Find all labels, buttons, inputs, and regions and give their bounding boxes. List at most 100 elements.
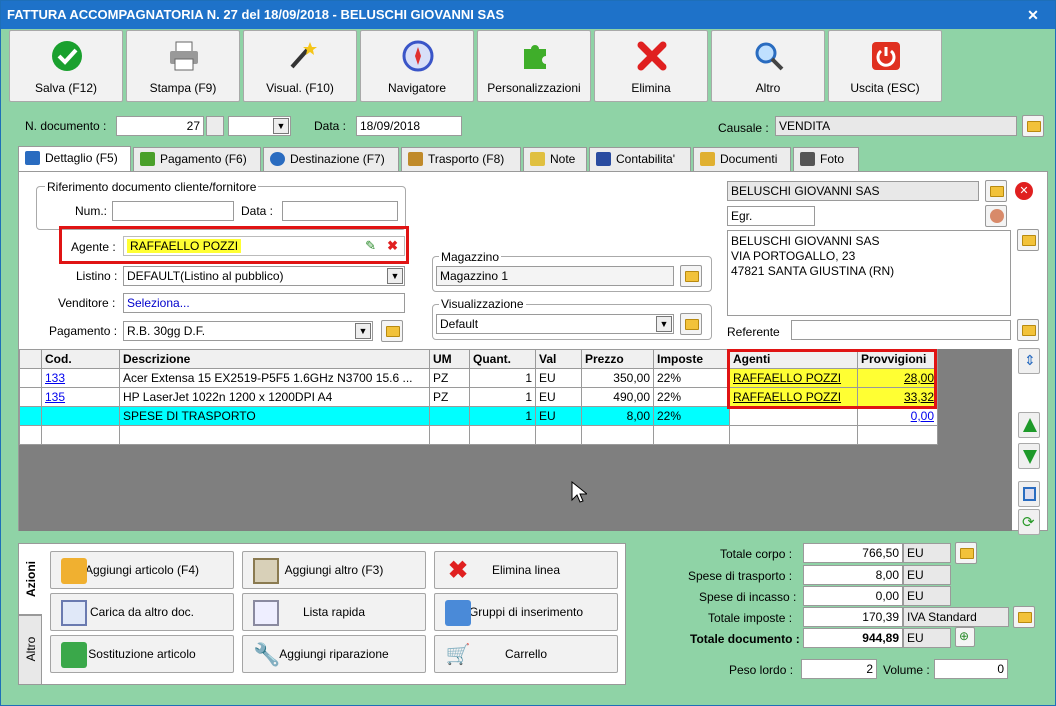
puzzle-icon	[524, 45, 546, 69]
tab-documenti[interactable]: Documenti	[693, 147, 791, 171]
add-other-button[interactable]: Aggiungi altro (F3)	[242, 551, 426, 589]
tab-trasporto[interactable]: Trasporto (F8)	[401, 147, 521, 171]
cart-button[interactable]: 🛒 Carrello	[434, 635, 618, 673]
globe-icon	[270, 152, 285, 166]
visual-select[interactable]: Default ▼	[436, 314, 674, 334]
magazzino-field[interactable]: Magazzino 1	[436, 266, 674, 286]
close-icon[interactable]: ✕	[1025, 7, 1041, 23]
navigator-button[interactable]: Navigatore	[360, 30, 474, 102]
doc-number-field[interactable]: 27	[116, 116, 204, 136]
pagamento-folder-button[interactable]	[381, 320, 403, 342]
customer-folder-button[interactable]	[985, 180, 1007, 202]
delete-button[interactable]: Elimina	[594, 30, 708, 102]
referente-field[interactable]	[791, 320, 1011, 340]
weight-field[interactable]: 2	[801, 659, 877, 679]
doc-number-spin[interactable]	[206, 116, 224, 136]
pencil-icon[interactable]: ✎	[365, 237, 376, 255]
ref-num-field[interactable]	[112, 201, 234, 221]
col-imposte[interactable]: Imposte	[653, 349, 730, 369]
zoom-total-button[interactable]: ⊕	[955, 627, 975, 647]
tab-destinazione[interactable]: Destinazione (F7)	[263, 147, 399, 171]
clear-icon[interactable]: ✖	[387, 237, 398, 255]
customer-address-box[interactable]: BELUSCHI GIOVANNI SAS VIA PORTOGALLO, 23…	[727, 230, 1011, 316]
total-document-label: Totale documento :	[690, 632, 800, 646]
preview-button[interactable]: Visual. (F10)	[243, 30, 357, 102]
print-button[interactable]: Stampa (F9)	[126, 30, 240, 102]
date-label: Data :	[314, 119, 347, 133]
reference-title: Riferimento documento cliente/fornitore	[45, 180, 259, 194]
customer-contact-button[interactable]	[985, 205, 1007, 227]
collection-cost-field[interactable]: 0,00	[803, 586, 903, 606]
col-prezzo[interactable]: Prezzo	[581, 349, 654, 369]
quick-list-button[interactable]: Lista rapida	[242, 593, 426, 631]
lines-grid-area: Cod. Descrizione UM Quant. Val Prezzo Im…	[19, 349, 1012, 531]
save-button[interactable]: Salva (F12)	[9, 30, 123, 102]
side-tab-altro[interactable]: Altro	[18, 615, 42, 685]
side-tab-azioni[interactable]: Azioni	[18, 543, 42, 615]
customer-title-field[interactable]: Egr.	[727, 206, 815, 226]
col-descrizione[interactable]: Descrizione	[119, 349, 430, 369]
delete-line-icon: ✖	[447, 557, 469, 584]
address-folder-button[interactable]	[1017, 229, 1039, 251]
tab-foto[interactable]: Foto	[793, 147, 859, 171]
agent-label: Agente :	[71, 240, 116, 254]
insert-groups-button[interactable]: Gruppi di inserimento	[434, 593, 618, 631]
date-field[interactable]: 18/09/2018	[356, 116, 462, 136]
folder-icon	[685, 271, 699, 282]
tab-dettaglio[interactable]: Dettaglio (F5)	[18, 146, 131, 172]
exit-button[interactable]: Uscita (ESC)	[828, 30, 942, 102]
move-down-button[interactable]	[1018, 443, 1040, 469]
total-corpo-currency: EU	[903, 543, 951, 563]
tab-pagamento[interactable]: Pagamento (F6)	[133, 147, 261, 171]
delete-line-button[interactable]: ✖ Elimina linea	[434, 551, 618, 589]
table-row[interactable]: SPESE DI TRASPORTO 1 EU 8,00 22% 0,00	[19, 406, 938, 426]
shipping-cost-currency: EU	[903, 565, 951, 585]
referente-folder-button[interactable]	[1017, 319, 1039, 341]
magnifier-icon	[755, 42, 784, 71]
total-document-field: 944,89	[803, 628, 903, 648]
totals-folder-button[interactable]	[955, 542, 977, 564]
cart-icon: 🛒	[445, 644, 471, 666]
magazzino-folder-button[interactable]	[680, 265, 702, 287]
doc-series-select[interactable]: ▼	[228, 116, 291, 136]
tax-folder-button[interactable]	[1013, 606, 1035, 628]
shipping-cost-label: Spese di trasporto :	[688, 569, 793, 583]
visual-folder-button[interactable]	[680, 313, 702, 335]
zoom-in-icon: ⊕	[959, 629, 970, 643]
volume-field[interactable]: 0	[934, 659, 1008, 679]
table-row[interactable]	[19, 425, 938, 445]
other-button[interactable]: Altro	[711, 30, 825, 102]
chevron-down-icon: ▼	[387, 268, 403, 284]
remove-customer-icon[interactable]: ✕	[1015, 182, 1033, 200]
move-up-button[interactable]	[1018, 412, 1040, 438]
load-doc-button[interactable]: Carica da altro doc.	[50, 593, 234, 631]
add-repair-button[interactable]: 🔧 Aggiungi riparazione	[242, 635, 426, 673]
col-cod[interactable]: Cod.	[41, 349, 120, 369]
col-quant[interactable]: Quant.	[469, 349, 536, 369]
power-icon	[872, 42, 900, 70]
move-top-button[interactable]: ⇕	[1018, 348, 1040, 374]
pagamento-label: Pagamento :	[49, 324, 118, 338]
col-um[interactable]: UM	[429, 349, 470, 369]
tab-note[interactable]: Note	[523, 147, 587, 171]
tab-contabilita[interactable]: Contabilita'	[589, 147, 691, 171]
copy-line-button[interactable]	[1018, 481, 1040, 507]
col-val[interactable]: Val	[535, 349, 582, 369]
chevron-down-icon: ▼	[656, 316, 672, 332]
shipping-cost-field[interactable]: 8,00	[803, 565, 903, 585]
refresh-button[interactable]: ⟳	[1018, 509, 1040, 535]
agent-field[interactable]: RAFFAELLO POZZI ✎ ✖	[123, 236, 405, 256]
check-icon	[52, 41, 82, 71]
customer-name-field[interactable]: BELUSCHI GIOVANNI SAS	[727, 181, 979, 201]
causale-folder-button[interactable]	[1022, 115, 1044, 137]
customize-button[interactable]: Personalizzazioni	[477, 30, 591, 102]
listino-select[interactable]: DEFAULT(Listino al pubblico) ▼	[123, 266, 405, 286]
ref-date-field[interactable]	[282, 201, 398, 221]
venditore-field[interactable]: Seleziona...	[123, 293, 405, 313]
add-article-button[interactable]: Aggiungi articolo (F4)	[50, 551, 234, 589]
printer-icon	[170, 41, 198, 71]
pagamento-select[interactable]: R.B. 30gg D.F. ▼	[123, 321, 373, 341]
replace-article-button[interactable]: Sostituzione articolo	[50, 635, 234, 673]
causale-field[interactable]: VENDITA	[775, 116, 1017, 136]
total-document-currency: EU	[903, 628, 951, 648]
